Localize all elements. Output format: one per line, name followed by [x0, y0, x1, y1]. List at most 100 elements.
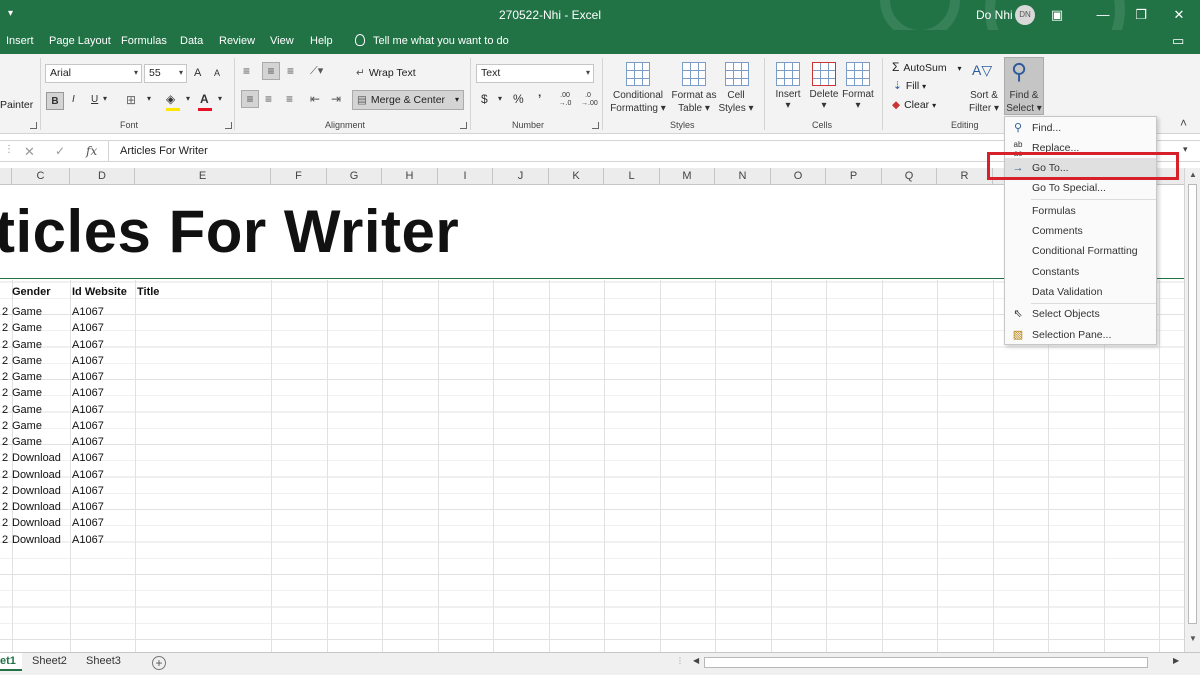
- cell-styles-button[interactable]: Cell Styles ▾: [716, 89, 756, 115]
- cell-gender[interactable]: Download: [12, 450, 61, 466]
- ribbon-display-options-icon[interactable]: ▣: [1046, 4, 1068, 26]
- column-header-j[interactable]: J: [493, 168, 549, 185]
- scroll-thumb[interactable]: [1188, 184, 1197, 624]
- decrease-indent-icon[interactable]: ⇤: [310, 92, 320, 106]
- tab-view[interactable]: View: [270, 35, 294, 47]
- autosum-button[interactable]: Σ AutoSum ▾: [892, 60, 962, 74]
- align-bottom-icon[interactable]: ≡: [287, 64, 294, 78]
- horizontal-scrollbar[interactable]: [704, 657, 1148, 668]
- cell-col-b[interactable]: 2: [2, 532, 8, 548]
- clear-button[interactable]: ◆ Clear ▾: [892, 99, 936, 111]
- cell-col-b[interactable]: 2: [2, 337, 8, 353]
- cell-col-b[interactable]: 2: [2, 483, 8, 499]
- fill-color-icon[interactable]: ◈: [166, 92, 175, 106]
- header-cell-title[interactable]: Title: [137, 284, 159, 300]
- minimize-button[interactable]: —: [1092, 4, 1114, 26]
- menu-item-constants[interactable]: Constants: [1005, 262, 1156, 282]
- menu-item-conditional-formatting[interactable]: Conditional Formatting: [1005, 241, 1156, 261]
- cell-gender[interactable]: Game: [12, 385, 42, 401]
- menu-item-data-validation[interactable]: Data Validation: [1005, 282, 1156, 302]
- close-button[interactable]: ✕: [1168, 4, 1190, 26]
- cell-gender[interactable]: Download: [12, 499, 61, 515]
- decrease-decimal-button[interactable]: .0 →.00: [581, 92, 598, 108]
- conditional-formatting-button[interactable]: Conditional Formatting ▾: [608, 89, 668, 115]
- chevron-down-icon[interactable]: ▾: [186, 94, 190, 103]
- align-middle-icon[interactable]: ≡: [262, 62, 280, 80]
- menu-item-comments[interactable]: Comments: [1005, 221, 1156, 241]
- column-header-i[interactable]: I: [438, 168, 493, 185]
- format-cells-button[interactable]: Format ▾: [840, 89, 876, 111]
- sort-filter-button[interactable]: Sort & Filter ▾: [965, 89, 1003, 115]
- cell-gender[interactable]: Download: [12, 515, 61, 531]
- merge-center-button[interactable]: ▤ Merge & Center ▾: [352, 90, 464, 110]
- menu-item-formulas[interactable]: Formulas: [1005, 201, 1156, 221]
- fill-button[interactable]: ⇣ Fill ▾: [893, 80, 926, 92]
- cell-col-b[interactable]: 2: [2, 434, 8, 450]
- chevron-down-icon[interactable]: ▾: [498, 94, 502, 103]
- column-header-k[interactable]: K: [549, 168, 604, 185]
- tab-split-handle-icon[interactable]: ⋮: [676, 656, 684, 665]
- collapse-ribbon-icon[interactable]: ˄: [1180, 116, 1187, 130]
- comma-button[interactable]: ’: [538, 92, 541, 106]
- align-top-icon[interactable]: ≡: [243, 64, 250, 78]
- format-as-table-button[interactable]: Format as Table ▾: [670, 89, 718, 115]
- cell-id-website[interactable]: A1067: [72, 532, 104, 548]
- cell-id-website[interactable]: A1067: [72, 467, 104, 483]
- scroll-right-icon[interactable]: ▶: [1173, 656, 1179, 665]
- orientation-icon[interactable]: ⟋▾: [310, 64, 323, 78]
- borders-icon[interactable]: ⊞: [126, 93, 136, 107]
- bold-button[interactable]: B: [46, 92, 64, 110]
- cell-col-b[interactable]: 2: [2, 450, 8, 466]
- cell-id-website[interactable]: A1067: [72, 483, 104, 499]
- insert-function-icon[interactable]: fx: [86, 144, 97, 158]
- chevron-down-icon[interactable]: ▾: [103, 94, 107, 103]
- cell-col-b[interactable]: 2: [2, 499, 8, 515]
- insert-cells-button[interactable]: Insert ▾: [770, 89, 806, 111]
- find-select-button[interactable]: ⚲ Find & Select ▾: [1004, 57, 1044, 115]
- grow-font-button[interactable]: A: [194, 67, 201, 79]
- sheet-tab-sheet3[interactable]: Sheet3: [80, 653, 127, 671]
- percent-button[interactable]: %: [513, 92, 524, 106]
- column-header-p[interactable]: P: [826, 168, 882, 185]
- sheet-title-cell[interactable]: ticles For Writer: [0, 197, 459, 266]
- wrap-text-button[interactable]: ↵ Wrap Text: [356, 67, 416, 79]
- column-header-h[interactable]: H: [382, 168, 438, 185]
- cell-col-b[interactable]: 2: [2, 385, 8, 401]
- tab-help[interactable]: Help: [310, 35, 333, 47]
- number-format-combo[interactable]: Text ▾: [476, 64, 594, 83]
- column-header-r[interactable]: R: [937, 168, 993, 185]
- cell-gender[interactable]: Download: [12, 467, 61, 483]
- cell-id-website[interactable]: A1067: [72, 337, 104, 353]
- tab-page-layout[interactable]: Page Layout: [49, 35, 111, 47]
- sheet-tab-sheet1[interactable]: et1: [0, 653, 22, 671]
- cell-id-website[interactable]: A1067: [72, 402, 104, 418]
- cell-gender[interactable]: Download: [12, 532, 61, 548]
- cell-gender[interactable]: Game: [12, 434, 42, 450]
- cell-col-b[interactable]: 2: [2, 320, 8, 336]
- number-launcher-icon[interactable]: [592, 122, 599, 129]
- chevron-down-icon[interactable]: ▾: [147, 94, 151, 103]
- font-name-combo[interactable]: Arial ▾: [45, 64, 142, 83]
- increase-indent-icon[interactable]: ⇥: [331, 92, 341, 106]
- align-right-icon[interactable]: ≡: [286, 92, 293, 106]
- underline-button[interactable]: U: [91, 94, 98, 105]
- menu-item-go-to-special[interactable]: Go To Special...: [1005, 178, 1156, 198]
- cell-id-website[interactable]: A1067: [72, 434, 104, 450]
- vertical-scrollbar[interactable]: ▲ ▼: [1184, 168, 1200, 652]
- cell-id-website[interactable]: A1067: [72, 304, 104, 320]
- cell-gender[interactable]: Game: [12, 304, 42, 320]
- cell-gender[interactable]: Game: [12, 369, 42, 385]
- scroll-down-icon[interactable]: ▼: [1189, 634, 1197, 643]
- column-header-o[interactable]: O: [771, 168, 826, 185]
- cell-col-b[interactable]: 2: [2, 402, 8, 418]
- tab-insert[interactable]: Insert: [6, 35, 34, 47]
- cancel-icon[interactable]: ✕: [24, 144, 35, 160]
- scroll-left-icon[interactable]: ◀: [693, 656, 699, 665]
- menu-item-select-objects[interactable]: ⇖ Select Objects: [1005, 304, 1156, 324]
- comments-icon[interactable]: ▭: [1172, 33, 1184, 49]
- align-center-icon[interactable]: ≡: [265, 92, 272, 106]
- column-header-c[interactable]: C: [12, 168, 70, 185]
- chevron-down-icon[interactable]: ▾: [218, 94, 222, 103]
- column-header-m[interactable]: M: [660, 168, 715, 185]
- cell-id-website[interactable]: A1067: [72, 499, 104, 515]
